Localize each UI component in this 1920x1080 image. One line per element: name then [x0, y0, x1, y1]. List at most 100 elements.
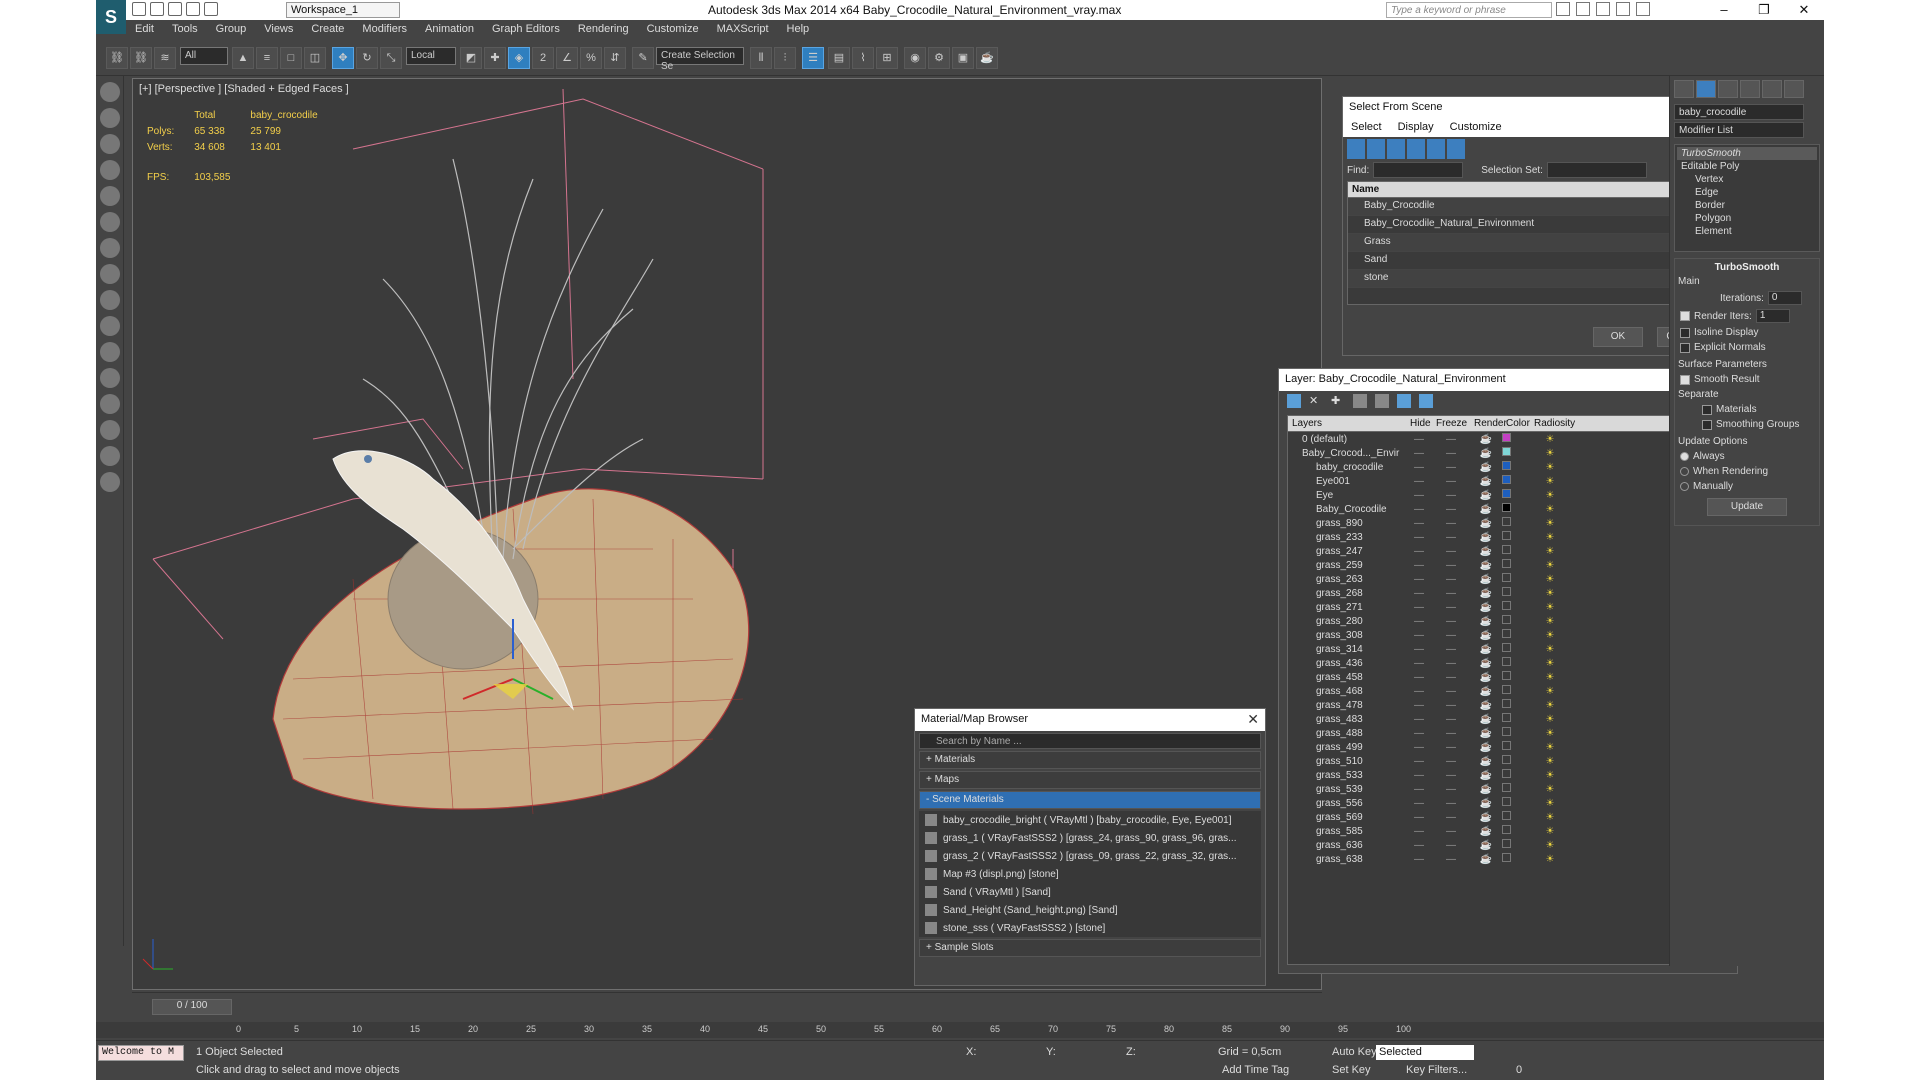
radiosity-icon[interactable]: ☀ — [1530, 714, 1570, 725]
scene-materials-section[interactable]: - Scene Materials — [919, 791, 1261, 809]
radiosity-icon[interactable]: ☀ — [1530, 574, 1570, 585]
layer-name[interactable]: grass_308 — [1288, 630, 1406, 641]
layer-name[interactable]: grass_458 — [1288, 672, 1406, 683]
radiosity-icon[interactable]: ☀ — [1530, 854, 1570, 865]
render-toggle[interactable]: ☕ — [1470, 812, 1502, 823]
freeze-toggle[interactable]: — — [1432, 504, 1470, 515]
layer-color-swatch[interactable] — [1502, 489, 1511, 498]
move-icon[interactable]: ✥ — [332, 47, 354, 69]
layer-name[interactable]: Baby_Crocod..._Envir — [1288, 448, 1406, 459]
layer-color-swatch[interactable] — [1502, 783, 1511, 792]
hide-toggle[interactable]: — — [1406, 728, 1432, 739]
hide-toggle[interactable]: — — [1406, 770, 1432, 781]
menu-graph-editors[interactable]: Graph Editors — [483, 20, 569, 40]
curve-editor-icon[interactable]: ⌇ — [852, 47, 874, 69]
hide-all-icon[interactable] — [1397, 394, 1411, 408]
layer-color-swatch[interactable] — [1502, 727, 1511, 736]
render-toggle[interactable]: ☕ — [1470, 630, 1502, 641]
layer-name[interactable]: grass_556 — [1288, 798, 1406, 809]
render-toggle[interactable]: ☕ — [1470, 784, 1502, 795]
layer-color-swatch[interactable] — [1502, 447, 1511, 456]
render-toggle[interactable]: ☕ — [1470, 672, 1502, 683]
sphere-icon[interactable] — [99, 238, 120, 258]
menu-maxscript[interactable]: MAXScript — [708, 20, 778, 40]
layer-color-swatch[interactable] — [1502, 601, 1511, 610]
explicit-normals-checkbox[interactable] — [1680, 342, 1690, 353]
sfs-menu-select[interactable]: Select — [1343, 119, 1390, 137]
layer-name[interactable]: grass_488 — [1288, 728, 1406, 739]
angle-snap-icon[interactable]: ∠ — [556, 47, 578, 69]
hide-toggle[interactable]: — — [1406, 546, 1432, 557]
freeze-toggle[interactable]: — — [1432, 770, 1470, 781]
freeze-toggle[interactable]: — — [1432, 560, 1470, 571]
material-item[interactable]: stone_sss ( VRayFastSSS2 ) [stone] — [919, 919, 1261, 937]
table-row[interactable]: grass_259— — ☕ ☀ — [1288, 558, 1730, 572]
keyboard-shortcut-icon[interactable]: ◈ — [508, 47, 530, 69]
layer-name[interactable]: grass_314 — [1288, 644, 1406, 655]
column-header[interactable]: Layers — [1288, 418, 1406, 429]
always-radio[interactable] — [1680, 452, 1689, 461]
hide-toggle[interactable]: — — [1406, 504, 1432, 515]
hide-toggle[interactable]: — — [1406, 854, 1432, 865]
star-icon[interactable] — [1616, 2, 1630, 16]
render-toggle[interactable]: ☕ — [1470, 448, 1502, 459]
snap-icon[interactable]: 2 — [532, 47, 554, 69]
modifier-stack-item[interactable]: TurboSmooth — [1677, 147, 1817, 160]
table-row[interactable]: grass_247— — ☕ ☀ — [1288, 544, 1730, 558]
render-icon[interactable]: ☕ — [976, 47, 998, 69]
layer-color-swatch[interactable] — [1502, 559, 1511, 568]
layer-name[interactable]: grass_585 — [1288, 826, 1406, 837]
hide-toggle[interactable]: — — [1406, 644, 1432, 655]
close-icon[interactable]: ✕ — [1247, 711, 1259, 728]
render-toggle[interactable]: ☕ — [1470, 700, 1502, 711]
reference-coordinate-dropdown[interactable]: Local — [406, 47, 456, 65]
render-toggle[interactable]: ☕ — [1470, 602, 1502, 613]
freeze-toggle[interactable]: — — [1432, 672, 1470, 683]
table-row[interactable]: grass_483— — ☕ ☀ — [1288, 712, 1730, 726]
redo-icon[interactable] — [204, 2, 218, 16]
ok-button[interactable]: OK — [1593, 327, 1643, 347]
radiosity-icon[interactable]: ☀ — [1530, 504, 1570, 515]
column-header[interactable]: Color — [1502, 418, 1530, 429]
search-input[interactable]: Type a keyword or phrase — [1386, 2, 1552, 18]
key-filters-button[interactable]: Key Filters... — [1406, 1064, 1467, 1076]
time-slider[interactable]: 0 / 100 — [132, 992, 1322, 1020]
radiosity-icon[interactable]: ☀ — [1530, 672, 1570, 683]
modifier-stack-item[interactable]: Polygon — [1677, 212, 1817, 225]
freeze-toggle[interactable]: — — [1432, 490, 1470, 501]
radiosity-icon[interactable]: ☀ — [1530, 770, 1570, 781]
layer-color-swatch[interactable] — [1502, 657, 1511, 666]
table-row[interactable]: Eye001— — ☕ ☀ — [1288, 474, 1730, 488]
auto-key-button[interactable]: Auto Key — [1332, 1046, 1377, 1058]
radiosity-icon[interactable]: ☀ — [1530, 826, 1570, 837]
table-row[interactable]: Baby_Crocod..._Envir — — ☕ ☀ — [1288, 446, 1730, 460]
unlink-icon[interactable]: ⛓ — [130, 47, 152, 69]
hide-toggle[interactable]: — — [1406, 462, 1432, 473]
add-time-tag[interactable]: Add Time Tag — [1222, 1064, 1289, 1076]
layer-color-swatch[interactable] — [1502, 503, 1511, 512]
render-toggle[interactable]: ☕ — [1470, 686, 1502, 697]
modify-tab-icon[interactable] — [1696, 80, 1716, 98]
render-toggle[interactable]: ☕ — [1470, 588, 1502, 599]
radiosity-icon[interactable]: ☀ — [1530, 448, 1570, 459]
selection-filter-dropdown[interactable]: All — [180, 47, 228, 65]
new-layer-icon[interactable] — [1287, 394, 1301, 408]
menu-rendering[interactable]: Rendering — [569, 20, 638, 40]
find-input[interactable] — [1373, 162, 1464, 178]
radiosity-icon[interactable]: ☀ — [1530, 742, 1570, 753]
freeze-toggle[interactable]: — — [1432, 686, 1470, 697]
layer-name[interactable]: grass_468 — [1288, 686, 1406, 697]
radiosity-icon[interactable]: ☀ — [1530, 588, 1570, 599]
freeze-toggle[interactable]: — — [1432, 476, 1470, 487]
materials-section[interactable]: + Materials — [919, 751, 1261, 769]
cone-icon[interactable] — [99, 264, 120, 284]
modifier-stack-item[interactable]: Edge — [1677, 186, 1817, 199]
menu-group[interactable]: Group — [207, 20, 256, 40]
layer-color-swatch[interactable] — [1502, 531, 1511, 540]
hide-toggle[interactable]: — — [1406, 672, 1432, 683]
render-toggle[interactable]: ☕ — [1470, 644, 1502, 655]
hide-toggle[interactable]: — — [1406, 686, 1432, 697]
table-row[interactable]: grass_569— — ☕ ☀ — [1288, 810, 1730, 824]
column-header[interactable]: Freeze — [1432, 418, 1470, 429]
menu-views[interactable]: Views — [255, 20, 302, 40]
